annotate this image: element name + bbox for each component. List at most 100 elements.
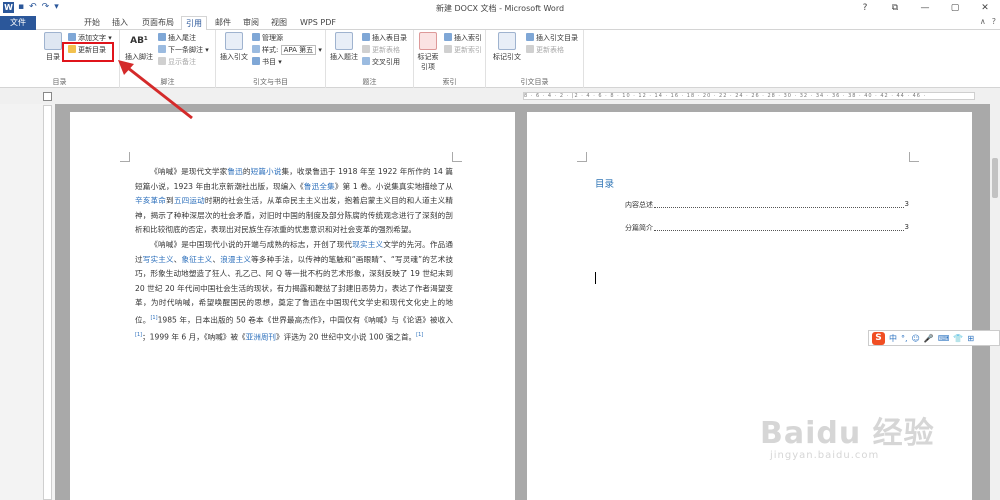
link-realistic[interactable]: 写实主义 — [143, 255, 174, 264]
footnote-ref[interactable]: [1] — [150, 315, 157, 321]
watermark-brand: Baidu 经验 — [760, 416, 935, 451]
toc-leader — [654, 200, 904, 208]
update-toa-button[interactable]: 更新表格 — [526, 45, 564, 56]
footnote-ref[interactable]: [1] — [416, 332, 423, 338]
vertical-scrollbar[interactable] — [990, 88, 1000, 500]
group-toc-label: 目录 — [52, 78, 67, 86]
paragraph-2: 《呐喊》是中国现代小说的开端与成熟的标志，开创了现代现实主义文学的先河。作品通过… — [135, 239, 454, 342]
insert-toa-button[interactable]: 插入引文目录 — [526, 33, 578, 44]
tab-mailings[interactable]: 邮件 — [212, 16, 234, 30]
ime-emoji-icon[interactable]: ☺ — [912, 334, 920, 343]
bibliography-icon — [252, 57, 260, 65]
update-index-button[interactable]: 更新索引 — [444, 45, 482, 56]
endnote-icon — [158, 33, 166, 41]
style-icon — [252, 45, 260, 53]
ime-skin-icon[interactable]: 👕 — [953, 334, 963, 343]
add-text-icon — [68, 33, 76, 41]
update-index-icon — [444, 45, 452, 53]
page-1[interactable]: 《呐喊》是现代文学家鲁迅的短篇小说集，收录鲁迅于 1918 年至 1922 年所… — [70, 112, 515, 500]
tab-view[interactable]: 视图 — [268, 16, 290, 30]
mark-entry-button[interactable]: 标记索引项 — [416, 32, 440, 72]
insert-footnote-button[interactable]: AB¹ 插入脚注 — [122, 32, 156, 62]
help-question-icon[interactable]: ? — [992, 17, 996, 26]
cross-reference-button[interactable]: 交叉引用 — [362, 57, 400, 68]
insert-index-button[interactable]: 插入索引 — [444, 33, 482, 44]
update-toa-icon — [526, 45, 534, 53]
collapse-ribbon-icon[interactable]: ∧ — [980, 17, 986, 26]
link-short-story[interactable]: 短篇小说 — [251, 167, 282, 176]
link-realism[interactable]: 现实主义 — [352, 240, 383, 249]
toc-button[interactable]: 目录 — [42, 32, 64, 62]
insert-toa-icon — [526, 33, 534, 41]
mark-entry-icon — [419, 32, 437, 50]
tab-wps-pdf[interactable]: WPS PDF — [298, 16, 338, 30]
toc-entry[interactable]: 内容总述 3 — [625, 200, 909, 210]
vertical-ruler[interactable] — [43, 105, 52, 500]
caption-icon — [335, 32, 353, 50]
ime-toolbar: S 中 °, ☺ 🎤 ⌨ 👕 ⊞ — [868, 330, 1000, 346]
manage-sources-button[interactable]: 管理源 — [252, 33, 283, 44]
ime-keyboard-icon[interactable]: ⌨ — [938, 334, 950, 343]
tab-file[interactable]: 文件 — [0, 16, 36, 30]
sogou-logo-icon[interactable]: S — [872, 331, 885, 345]
group-footnote: AB¹ 插入脚注 插入尾注 下一条脚注 ▾ 显示备注 脚注 — [120, 30, 216, 88]
ribbon-display-icon[interactable]: ⧉ — [880, 0, 910, 16]
tab-selector[interactable] — [43, 92, 52, 101]
update-table-button[interactable]: 更新表格 — [362, 45, 400, 56]
ribbon-tabs: 文件 开始 插入 页面布局 引用 邮件 审阅 视图 WPS PDF ∧ ? — [0, 16, 1000, 31]
horizontal-ruler[interactable]: 8 · 6 · 4 · 2 · |2 · 4 · 6 · 8 · 10 · 12… — [523, 92, 975, 100]
tab-review[interactable]: 审阅 — [240, 16, 262, 30]
help-icon[interactable]: ? — [850, 0, 880, 16]
link-romanticism[interactable]: 浪漫主义 — [220, 255, 251, 264]
group-caption: 插入题注 插入表目录 更新表格 交叉引用 题注 — [326, 30, 414, 88]
tab-references[interactable]: 引用 — [181, 16, 207, 31]
minimize-button[interactable]: — — [910, 0, 940, 16]
group-citation-label: 引文与书目 — [253, 78, 288, 86]
group-citation: 插入引文 管理源 样式: APA 第五 ▾ 书目 ▾ 引文与书目 — [216, 30, 326, 88]
link-may-fourth[interactable]: 五四运动 — [174, 196, 205, 205]
ime-mode-toggle[interactable]: 中 — [889, 333, 897, 344]
footnote-ab1-icon: AB¹ — [130, 32, 148, 50]
window-controls: ? ⧉ — ▢ ✕ — [850, 0, 1000, 16]
table-of-figures-icon — [362, 33, 370, 41]
toc-heading: 目录 — [595, 179, 615, 190]
baidu-watermark: Baidu 经验 jingyan.baidu.com — [760, 408, 935, 461]
paragraph-1: 《呐喊》是现代文学家鲁迅的短篇小说集，收录鲁迅于 1918 年至 1922 年所… — [135, 167, 454, 235]
next-footnote-button[interactable]: 下一条脚注 ▾ — [158, 45, 209, 56]
insert-endnote-button[interactable]: 插入尾注 — [158, 33, 196, 44]
tab-insert[interactable]: 插入 — [110, 16, 130, 30]
insert-citation-button[interactable]: 插入引文 — [218, 32, 250, 62]
group-toa-label: 引文目录 — [520, 78, 549, 86]
body-text[interactable]: 《呐喊》是现代文学家鲁迅的短篇小说集，收录鲁迅于 1918 年至 1922 年所… — [135, 165, 453, 345]
ime-toolbox-icon[interactable]: ⊞ — [967, 334, 974, 343]
ime-voice-icon[interactable]: 🎤 — [924, 334, 934, 343]
crop-mark — [452, 152, 462, 162]
horizontal-ruler-row: 8 · 6 · 4 · 2 · |2 · 4 · 6 · 8 · 10 · 12… — [0, 88, 1000, 104]
cross-reference-icon — [362, 57, 370, 65]
update-table-icon — [362, 45, 370, 53]
link-complete-works[interactable]: 鲁迅全集 — [304, 182, 335, 191]
insert-caption-button[interactable]: 插入题注 — [328, 32, 360, 62]
mark-citation-button[interactable]: 标记引文 — [490, 32, 524, 62]
link-luxun[interactable]: 鲁迅 — [227, 167, 242, 176]
link-symbolism[interactable]: 象征主义 — [181, 255, 212, 264]
maximize-button[interactable]: ▢ — [940, 0, 970, 16]
tab-page-layout[interactable]: 页面布局 — [139, 16, 177, 30]
link-asia-weekly[interactable]: 亚洲周刊 — [246, 333, 276, 342]
close-button[interactable]: ✕ — [970, 0, 1000, 16]
manage-sources-icon — [252, 33, 260, 41]
show-notes-button[interactable]: 显示备注 — [158, 57, 196, 68]
next-footnote-icon — [158, 45, 166, 53]
group-footnote-label: 脚注 — [160, 78, 175, 86]
citation-style-select[interactable]: 样式: APA 第五 ▾ — [252, 45, 322, 56]
ribbon-right-controls: ∧ ? — [980, 17, 996, 26]
tab-home[interactable]: 开始 — [82, 16, 102, 30]
ime-punctuation-icon[interactable]: °, — [901, 334, 908, 343]
insert-table-of-figures-button[interactable]: 插入表目录 — [362, 33, 407, 44]
crop-mark — [120, 152, 130, 162]
bibliography-button[interactable]: 书目 ▾ — [252, 57, 282, 68]
link-xinhai-revolution[interactable]: 辛亥革命 — [135, 196, 166, 205]
scrollbar-thumb[interactable] — [992, 158, 998, 198]
toc-entry[interactable]: 分篇简介 3 — [625, 223, 909, 233]
citation-icon — [225, 32, 243, 50]
